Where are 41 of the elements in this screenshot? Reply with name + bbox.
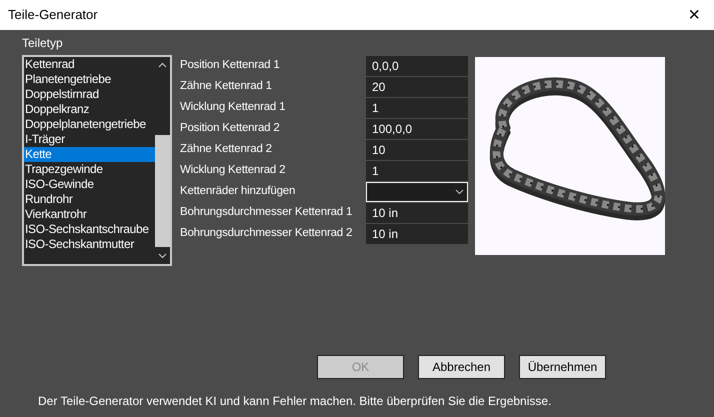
scroll-down-icon xyxy=(158,253,167,259)
scroll-up-icon xyxy=(158,62,167,68)
field-label: Wicklung Kettenrad 2 xyxy=(180,162,286,178)
text-field[interactable]: 10 in xyxy=(366,224,468,244)
section-label: Teiletyp xyxy=(22,35,64,52)
list-item[interactable]: I-Träger xyxy=(24,132,155,147)
scrollbar-thumb[interactable] xyxy=(155,135,170,247)
list-item[interactable]: ISO-Sechskantmutter xyxy=(24,237,155,252)
field-label: Bohrungsdurchmesser Kettenrad 2 xyxy=(180,226,354,241)
field-label: Wicklung Kettenrad 1 xyxy=(180,100,286,115)
field-label: Zähne Kettenrad 2 xyxy=(180,142,273,157)
text-field[interactable]: 1 xyxy=(366,98,468,118)
list-item[interactable]: Vierkantrohr xyxy=(24,207,155,222)
text-field[interactable]: 100,0,0 xyxy=(366,118,468,138)
list-item[interactable]: Doppelstirnrad xyxy=(24,87,155,102)
text-field[interactable]: 10 in xyxy=(366,202,468,222)
text-field[interactable]: 0,0,0 xyxy=(366,56,468,76)
field-label: Zähne Kettenrad 1 xyxy=(180,78,273,94)
chevron-icon xyxy=(455,188,464,194)
list-item[interactable]: Kettenrad xyxy=(24,57,155,72)
window-title: Teile-Generator xyxy=(8,6,98,24)
close-button[interactable]: × xyxy=(688,5,700,25)
dialog-button[interactable]: Übernehmen xyxy=(519,355,606,379)
field-label: Bohrungsdurchmesser Kettenrad 1 xyxy=(180,204,354,220)
list-item[interactable]: ISO-Sechskantschraube xyxy=(24,222,155,237)
list-item[interactable]: Rundrohr xyxy=(24,192,155,207)
list-item[interactable]: Doppelkranz xyxy=(24,102,155,117)
list-item[interactable]: Trapezgewinde xyxy=(24,162,155,177)
text-field[interactable]: 1 xyxy=(366,160,468,180)
text-field[interactable]: 20 xyxy=(366,76,468,96)
field-label: Position Kettenrad 2 xyxy=(180,120,281,136)
list-item[interactable]: ISO-Gewinde xyxy=(24,177,155,192)
field-label: Kettenräder hinzufügen xyxy=(180,184,296,199)
list-item[interactable]: Kette xyxy=(24,147,155,162)
dropdown-field[interactable] xyxy=(366,182,468,202)
list-item[interactable]: Planetengetriebe xyxy=(24,72,155,87)
footer-note: Der Teile-Generator verwendet KI und kann Fehler machen. Bitte überprüfen Sie die Ergebnisse. xyxy=(38,393,552,410)
text-field[interactable]: 10 xyxy=(366,140,468,160)
list-item[interactable]: Doppelplanetengetriebe xyxy=(24,117,155,132)
field-label: Position Kettenrad 1 xyxy=(180,58,281,73)
dialog-button[interactable]: Abbrechen xyxy=(418,355,505,379)
